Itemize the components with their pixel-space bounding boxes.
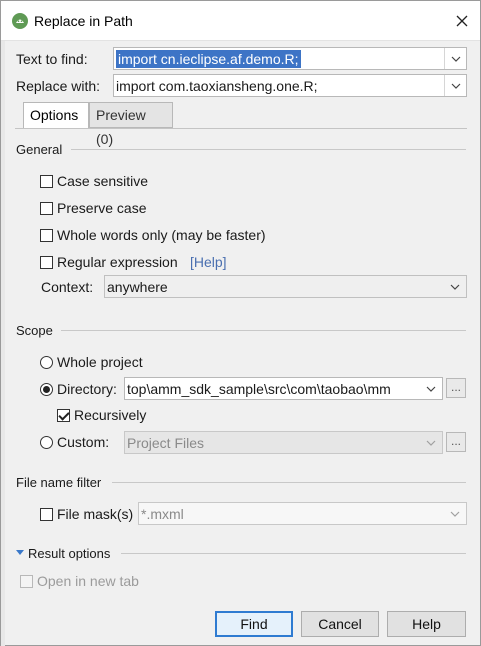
replace-in-path-dialog: Replace in Path Text to find: import cn.… xyxy=(0,0,481,646)
file-mask-checkbox[interactable] xyxy=(40,508,53,521)
chevron-down-icon[interactable] xyxy=(444,75,466,96)
file-filter-separator xyxy=(112,482,466,483)
recursively-checkbox[interactable] xyxy=(57,409,70,422)
preserve-case-checkbox[interactable] xyxy=(40,202,53,215)
whole-project-label[interactable]: Whole project xyxy=(57,354,143,370)
expand-triangle-icon[interactable] xyxy=(16,550,24,555)
replace-with-combo[interactable]: import com.taoxiansheng.one.R; xyxy=(113,74,467,97)
result-options-separator xyxy=(121,553,466,554)
directory-combo[interactable]: top\amm_sdk_sample\src\com\taobao\mm xyxy=(124,377,443,400)
custom-label[interactable]: Custom: xyxy=(57,434,109,450)
scope-section-title: Scope xyxy=(16,323,53,338)
regex-checkbox[interactable] xyxy=(40,256,53,269)
chevron-down-icon[interactable] xyxy=(444,48,466,69)
file-filter-section-title: File name filter xyxy=(16,475,102,490)
text-to-find-label: Text to find: xyxy=(16,51,88,67)
chevron-down-icon[interactable] xyxy=(420,378,442,399)
case-sensitive-checkbox[interactable] xyxy=(40,175,53,188)
text-to-find-combo[interactable]: import cn.ieclipse.af.demo.R; xyxy=(113,47,467,70)
file-mask-label[interactable]: File mask(s) xyxy=(57,506,133,522)
scope-separator xyxy=(61,330,466,331)
context-label: Context: xyxy=(41,279,94,295)
whole-project-radio[interactable] xyxy=(40,356,53,369)
regex-help-link[interactable]: [Help] xyxy=(190,254,227,270)
window-edge xyxy=(1,41,5,646)
replace-with-label: Replace with: xyxy=(16,78,101,94)
title-bar: Replace in Path xyxy=(1,1,480,41)
help-button[interactable]: Help xyxy=(387,611,466,637)
close-button[interactable] xyxy=(449,9,475,33)
result-options-title[interactable]: Result options xyxy=(28,546,110,561)
whole-words-checkbox[interactable] xyxy=(40,229,53,242)
context-select[interactable]: anywhere xyxy=(104,275,467,298)
chevron-down-icon xyxy=(444,503,466,524)
directory-label[interactable]: Directory: xyxy=(57,381,117,397)
find-button[interactable]: Find xyxy=(215,611,293,637)
regex-label[interactable]: Regular expression xyxy=(57,254,178,270)
custom-radio[interactable] xyxy=(40,436,53,449)
directory-radio[interactable] xyxy=(40,383,53,396)
whole-words-label[interactable]: Whole words only (may be faster) xyxy=(57,227,266,243)
chevron-down-icon xyxy=(420,432,442,453)
file-mask-combo[interactable]: *.mxml xyxy=(138,502,467,525)
tab-divider xyxy=(15,128,467,129)
cancel-button[interactable]: Cancel xyxy=(301,611,379,637)
general-section-title: General xyxy=(16,142,63,157)
tab-options[interactable]: Options xyxy=(23,102,89,129)
directory-browse-button[interactable]: ... xyxy=(446,378,466,398)
window-title: Replace in Path xyxy=(34,13,133,29)
custom-scope-value: Project Files xyxy=(127,435,205,451)
custom-browse-button[interactable]: ... xyxy=(446,432,466,452)
file-mask-value: *.mxml xyxy=(141,506,184,522)
open-new-tab-label[interactable]: Open in new tab xyxy=(37,573,139,589)
replace-with-value[interactable]: import com.taoxiansheng.one.R; xyxy=(116,77,318,95)
recursively-label[interactable]: Recursively xyxy=(74,407,146,423)
directory-value[interactable]: top\amm_sdk_sample\src\com\taobao\mm xyxy=(127,380,420,398)
case-sensitive-label[interactable]: Case sensitive xyxy=(57,173,148,189)
custom-scope-select[interactable]: Project Files xyxy=(124,431,443,454)
android-studio-icon xyxy=(12,13,28,29)
context-value[interactable]: anywhere xyxy=(107,278,168,296)
text-to-find-value[interactable]: import cn.ieclipse.af.demo.R; xyxy=(116,50,301,68)
open-new-tab-checkbox[interactable] xyxy=(20,575,33,588)
chevron-down-icon[interactable] xyxy=(444,276,466,297)
close-icon xyxy=(456,15,468,27)
preserve-case-label[interactable]: Preserve case xyxy=(57,200,146,216)
tab-preview[interactable]: Preview (0) xyxy=(89,102,173,147)
general-separator xyxy=(71,149,466,150)
